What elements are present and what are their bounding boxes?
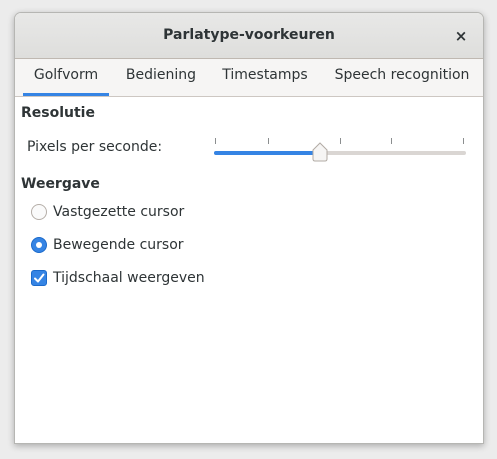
slider-tick xyxy=(463,138,464,144)
slider-handle[interactable] xyxy=(311,142,329,162)
moving-cursor-option[interactable]: Bewegende cursor xyxy=(31,235,184,255)
window-title: Parlatype-voorkeuren xyxy=(163,27,335,43)
radio-button-checked[interactable] xyxy=(31,237,47,253)
slider-tick xyxy=(340,138,341,144)
display-heading: Weergave xyxy=(21,176,100,192)
tab-golfvorm[interactable]: Golfvorm xyxy=(23,59,109,96)
checkbox-checked[interactable] xyxy=(31,270,47,286)
close-button[interactable]: × xyxy=(449,24,473,48)
checkmark-icon xyxy=(34,273,45,283)
show-timescale-label: Tijdschaal weergeven xyxy=(53,270,205,286)
pixels-per-second-slider[interactable] xyxy=(214,135,466,165)
slider-tick xyxy=(391,138,392,144)
pixels-per-second-label: Pixels per seconde: xyxy=(27,139,163,155)
moving-cursor-label: Bewegende cursor xyxy=(53,237,184,253)
slider-tick xyxy=(268,138,269,144)
tab-speech-recognition[interactable]: Speech recognition xyxy=(327,59,477,96)
slider-tick xyxy=(215,138,216,144)
resolution-heading: Resolutie xyxy=(21,105,95,121)
tab-bediening[interactable]: Bediening xyxy=(119,59,203,96)
show-timescale-option[interactable]: Tijdschaal weergeven xyxy=(31,268,205,288)
slider-fill xyxy=(214,151,320,155)
fixed-cursor-label: Vastgezette cursor xyxy=(53,204,185,220)
tab-timestamps[interactable]: Timestamps xyxy=(215,59,315,96)
header-bar: Parlatype-voorkeuren × xyxy=(15,13,483,59)
preferences-window: Parlatype-voorkeuren × Golfvorm Bedienin… xyxy=(14,12,484,444)
radio-button-unchecked[interactable] xyxy=(31,204,47,220)
tab-bar: Golfvorm Bediening Timestamps Speech rec… xyxy=(15,59,483,97)
fixed-cursor-option[interactable]: Vastgezette cursor xyxy=(31,202,184,222)
